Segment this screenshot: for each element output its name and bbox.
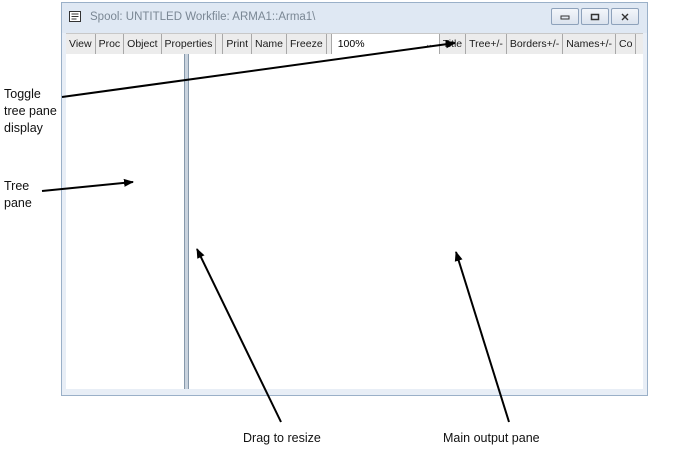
drag-resize-arrow [196, 248, 282, 423]
tree-pane-arrow [41, 178, 134, 192]
main-output-arrow [454, 251, 510, 423]
toggle-tree-arrow [61, 40, 456, 98]
callout-arrows [41, 40, 510, 423]
